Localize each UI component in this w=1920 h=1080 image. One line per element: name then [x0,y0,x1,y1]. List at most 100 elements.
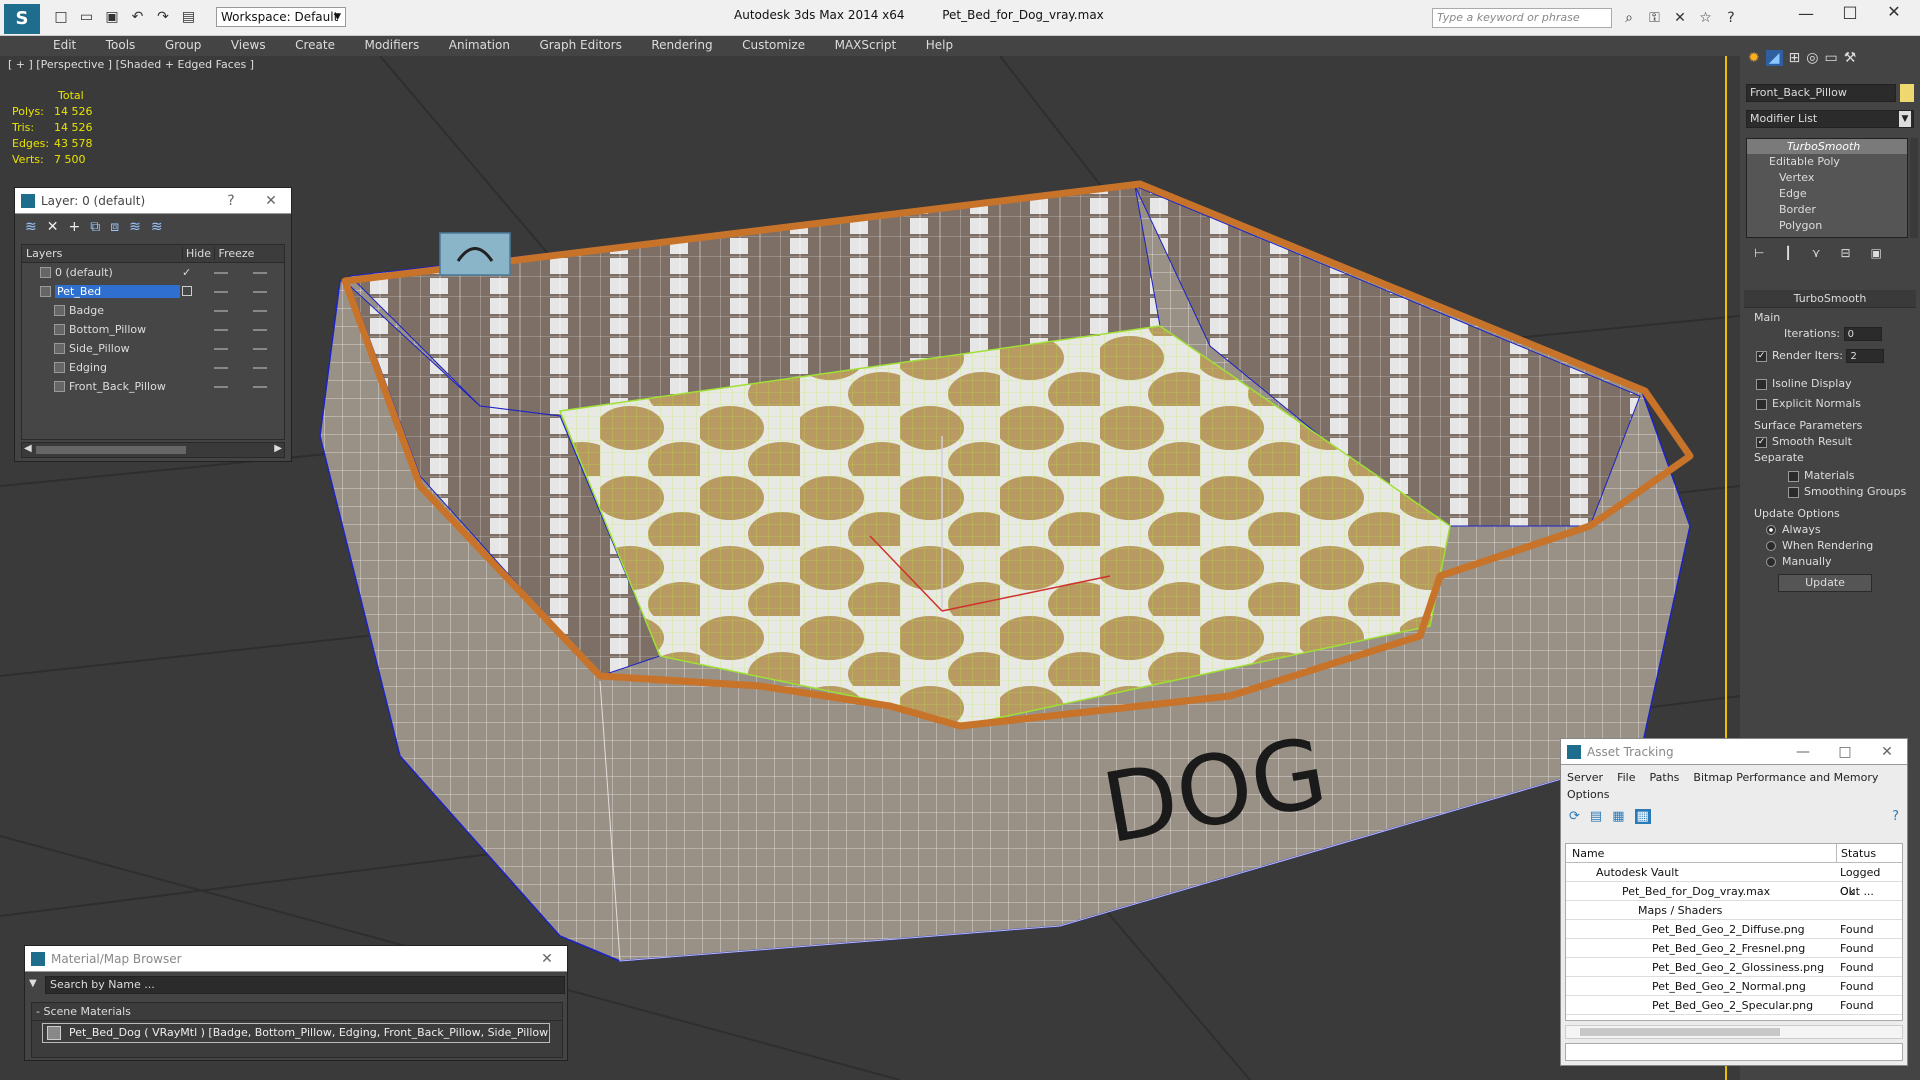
layer-hscrollbar[interactable]: ◀ ▶ [21,442,285,458]
tab-hierarchy-icon[interactable]: ⊞ [1789,50,1801,66]
close-button[interactable]: ✕ [1874,2,1914,21]
stack-item[interactable]: Editable Poly [1747,154,1907,170]
workspace-dropdown[interactable]: Workspace: Default ▼ [216,7,346,27]
asset-row[interactable]: Pet_Bed_Geo_2_Fresnel.png Found [1566,939,1902,958]
asset-row[interactable]: Maps / Shaders [1566,901,1902,920]
stack-item[interactable]: Vertex [1747,170,1907,186]
menu-tools[interactable]: Tools [93,36,149,54]
asset-menu-options[interactable]: Options [1567,788,1609,801]
maximize-icon[interactable]: □ [1825,739,1865,765]
col-hide[interactable]: Hide [182,247,214,260]
stack-item[interactable]: Polygon [1747,218,1907,234]
menu-customize[interactable]: Customize [729,36,818,54]
key-icon[interactable]: ⚿ [1644,7,1666,29]
app-logo-icon[interactable]: S [4,4,40,34]
layer-row[interactable]: Side_Pillow [22,339,284,358]
materials-checkbox[interactable] [1788,470,1799,482]
project-folder-icon[interactable]: ▤ [178,6,200,28]
stack-item[interactable]: Edge [1747,186,1907,202]
menu-animation[interactable]: Animation [436,36,523,54]
scroll-thumb[interactable] [1580,1028,1780,1036]
exchange-icon[interactable]: ✕ [1669,7,1691,29]
render-iters-spinner[interactable]: 2 [1846,349,1885,363]
menu-rendering[interactable]: Rendering [638,36,725,54]
smoothing-groups-checkbox[interactable] [1788,486,1799,498]
freeze-all-icon[interactable]: ≋ [151,219,163,235]
col-name[interactable]: Name [1566,847,1604,860]
select-objects-icon[interactable]: ⧉ [90,219,100,235]
asset-path-field[interactable] [1565,1043,1903,1061]
asset-row[interactable]: Pet_Bed_Geo_2_Specular.png Found [1566,996,1902,1015]
menu-create[interactable]: Create [282,36,348,54]
modifier-list-dropdown[interactable]: Modifier List ▼ [1746,110,1914,128]
maximize-button[interactable]: □ [1830,2,1870,21]
pin-stack-icon[interactable]: ⊢ [1754,246,1764,260]
open-file-icon[interactable]: ▭ [76,6,98,28]
asset-row[interactable]: Pet_Bed_Geo_2_Diffuse.png Found [1566,920,1902,939]
highlight-layer-icon[interactable]: ⧈ [110,219,119,235]
object-color-swatch[interactable] [1900,84,1914,102]
options-arrow-icon[interactable]: ▼ [29,978,41,989]
smooth-result-checkbox[interactable]: ✓ [1756,436,1767,448]
tab-utilities-icon[interactable]: ⚒ [1844,50,1857,66]
minimize-button[interactable]: — [1786,4,1826,23]
save-icon[interactable]: ▣ [101,6,123,28]
col-status[interactable]: Status [1836,844,1876,863]
badge-mesh[interactable] [439,232,511,276]
asset-menu-server[interactable]: Server [1567,771,1603,784]
asset-row[interactable]: Pet_Bed_Geo_2_Glossiness.png Found [1566,958,1902,977]
pet-bed-model[interactable]: DOG [319,180,1694,962]
material-browser-titlebar[interactable]: Material/Map Browser ✕ [25,946,567,972]
close-icon[interactable]: ✕ [1867,739,1907,765]
asset-window-titlebar[interactable]: Asset Tracking — □ ✕ [1561,739,1907,765]
layer-window-titlebar[interactable]: Layer: 0 (default) ? ✕ [15,188,291,214]
configure-sets-icon[interactable]: ▣ [1871,246,1882,260]
redo-icon[interactable]: ↷ [152,6,174,28]
add-to-layer-icon[interactable]: + [68,219,80,235]
asset-menu-paths[interactable]: Paths [1650,771,1680,784]
list-view-icon[interactable]: ▤ [1590,809,1602,824]
chevron-left-icon[interactable]: ◀ [24,443,32,454]
remove-modifier-icon[interactable]: ⊟ [1840,246,1850,260]
current-layer-box-icon[interactable] [182,286,192,296]
undo-icon[interactable]: ↶ [127,6,149,28]
help-icon[interactable]: ? [1720,7,1742,29]
tab-modify-icon[interactable]: ◢ [1765,50,1783,66]
layer-row[interactable]: Pet_Bed [22,282,284,301]
col-layers[interactable]: Layers [22,247,182,260]
close-icon[interactable]: ✕ [527,946,567,972]
thumbnail-view-icon[interactable]: ▦ [1612,809,1624,824]
update-button[interactable]: Update [1778,574,1872,592]
menu-graph-editors[interactable]: Graph Editors [526,36,634,54]
make-unique-icon[interactable]: ⋎ [1812,246,1821,260]
asset-hscrollbar[interactable] [1565,1025,1903,1039]
layer-row[interactable]: 0 (default) ✓ [22,263,284,282]
menu-group[interactable]: Group [152,36,215,54]
isoline-checkbox[interactable] [1756,378,1767,390]
when-rendering-radio[interactable] [1766,541,1776,551]
col-freeze[interactable]: Freeze [214,247,258,260]
minimize-icon[interactable]: — [1783,739,1823,765]
stack-scrollbar[interactable] [1910,138,1918,238]
material-search-input[interactable]: Search by Name ... [45,976,565,994]
delete-layer-icon[interactable]: ✕ [47,219,59,235]
layer-row[interactable]: Bottom_Pillow [22,320,284,339]
layer-row[interactable]: Front_Back_Pillow [22,377,284,396]
asset-row[interactable]: Autodesk Vault Logged Out ... [1566,863,1902,898]
iterations-spinner[interactable]: 0 [1843,327,1882,341]
close-icon[interactable]: ✕ [251,188,291,214]
asset-row[interactable]: Pet_Bed_Geo_2_Normal.png Found [1566,977,1902,996]
stack-item[interactable]: Border [1747,202,1907,218]
tab-motion-icon[interactable]: ◎ [1806,50,1818,66]
new-file-icon[interactable]: □ [50,6,72,28]
help-icon[interactable]: ? [1892,809,1899,824]
menu-edit[interactable]: Edit [40,36,89,54]
rollout-header[interactable]: TurboSmooth [1744,290,1916,308]
explicit-normals-checkbox[interactable] [1756,398,1767,410]
material-item[interactable]: Pet_Bed_Dog ( VRayMtl ) [Badge, Bottom_P… [42,1023,550,1043]
help-button[interactable]: ? [211,188,251,214]
tab-create-icon[interactable]: ✹ [1748,50,1760,66]
menu-modifiers[interactable]: Modifiers [351,36,432,54]
chevron-right-icon[interactable]: ▶ [274,443,282,454]
hide-all-icon[interactable]: ≋ [129,219,141,235]
